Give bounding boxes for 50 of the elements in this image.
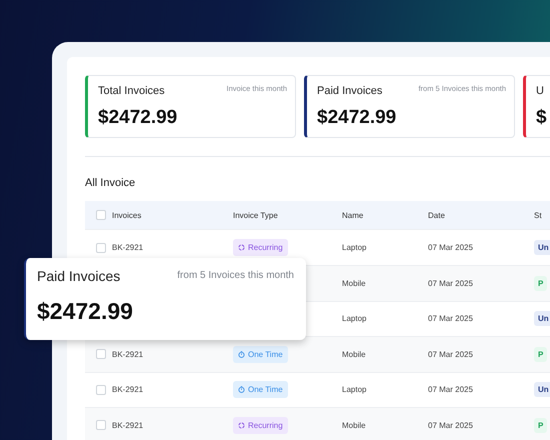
table-cell: BK-2921 [112,420,144,430]
table-cell-text: 07 Mar 2025 [428,314,474,324]
type-tag: Recurring [233,416,288,434]
checkbox[interactable] [96,420,106,430]
card-amount: $2472.99 [317,107,398,129]
table-cell: BK-2921 [112,350,144,359]
checkbox[interactable] [96,210,106,220]
status-tag: Un [534,382,550,398]
column-header: Name [342,210,364,220]
timer-icon [238,350,245,358]
type-tag: One Time [233,381,288,398]
table-cell-text: 07 Mar 2025 [428,243,474,252]
status-tag: P [534,418,548,433]
column-header: Invoices [112,210,142,220]
type-tag: One Time [233,346,288,363]
timer-icon [238,386,245,394]
table-cell-text: 07 Mar 2025 [428,278,474,288]
table-cell: BK-2921 [112,243,144,252]
type-tag: Recurring [233,239,288,256]
table-cell-text: Laptop [342,314,368,324]
checkbox[interactable] [96,349,106,360]
refresh-icon [238,422,245,429]
section-title: All Invoice [85,177,136,189]
card-amount: $2472.99 [98,107,178,129]
status-tag: Un [534,311,550,326]
checkbox[interactable] [96,384,106,395]
table-cell-text: Laptop [342,385,368,394]
table-cell-text: Mobile [342,350,367,359]
card-amount: $ [536,107,548,129]
table-cell-text: 07 Mar 2025 [428,350,474,359]
refresh-icon [238,244,245,251]
table-cell-text: 07 Mar 2025 [428,420,474,430]
card-title: Paid Invoices [37,268,120,284]
table-cell-text: Laptop [342,243,368,252]
card-title: U [536,85,544,97]
status-tag: P [534,346,548,362]
card-title: Paid Invoices [317,85,382,97]
status-tag: Un [534,240,550,255]
card-amount: $2472.99 [37,298,134,325]
column-header: Invoice Type [233,210,279,220]
column-header: Date [428,210,446,220]
status-tag: P [534,276,548,291]
table-cell-text: 07 Mar 2025 [428,385,474,394]
checkbox[interactable] [96,242,106,252]
table-cell-text: Mobile [342,420,367,430]
table-cell: BK-2921 [112,385,144,394]
table-cell-text: Mobile [342,278,367,288]
card-title: Total Invoices [98,85,165,97]
column-header: St [534,210,543,220]
card-note: from 5 Invoices this month [177,270,294,281]
